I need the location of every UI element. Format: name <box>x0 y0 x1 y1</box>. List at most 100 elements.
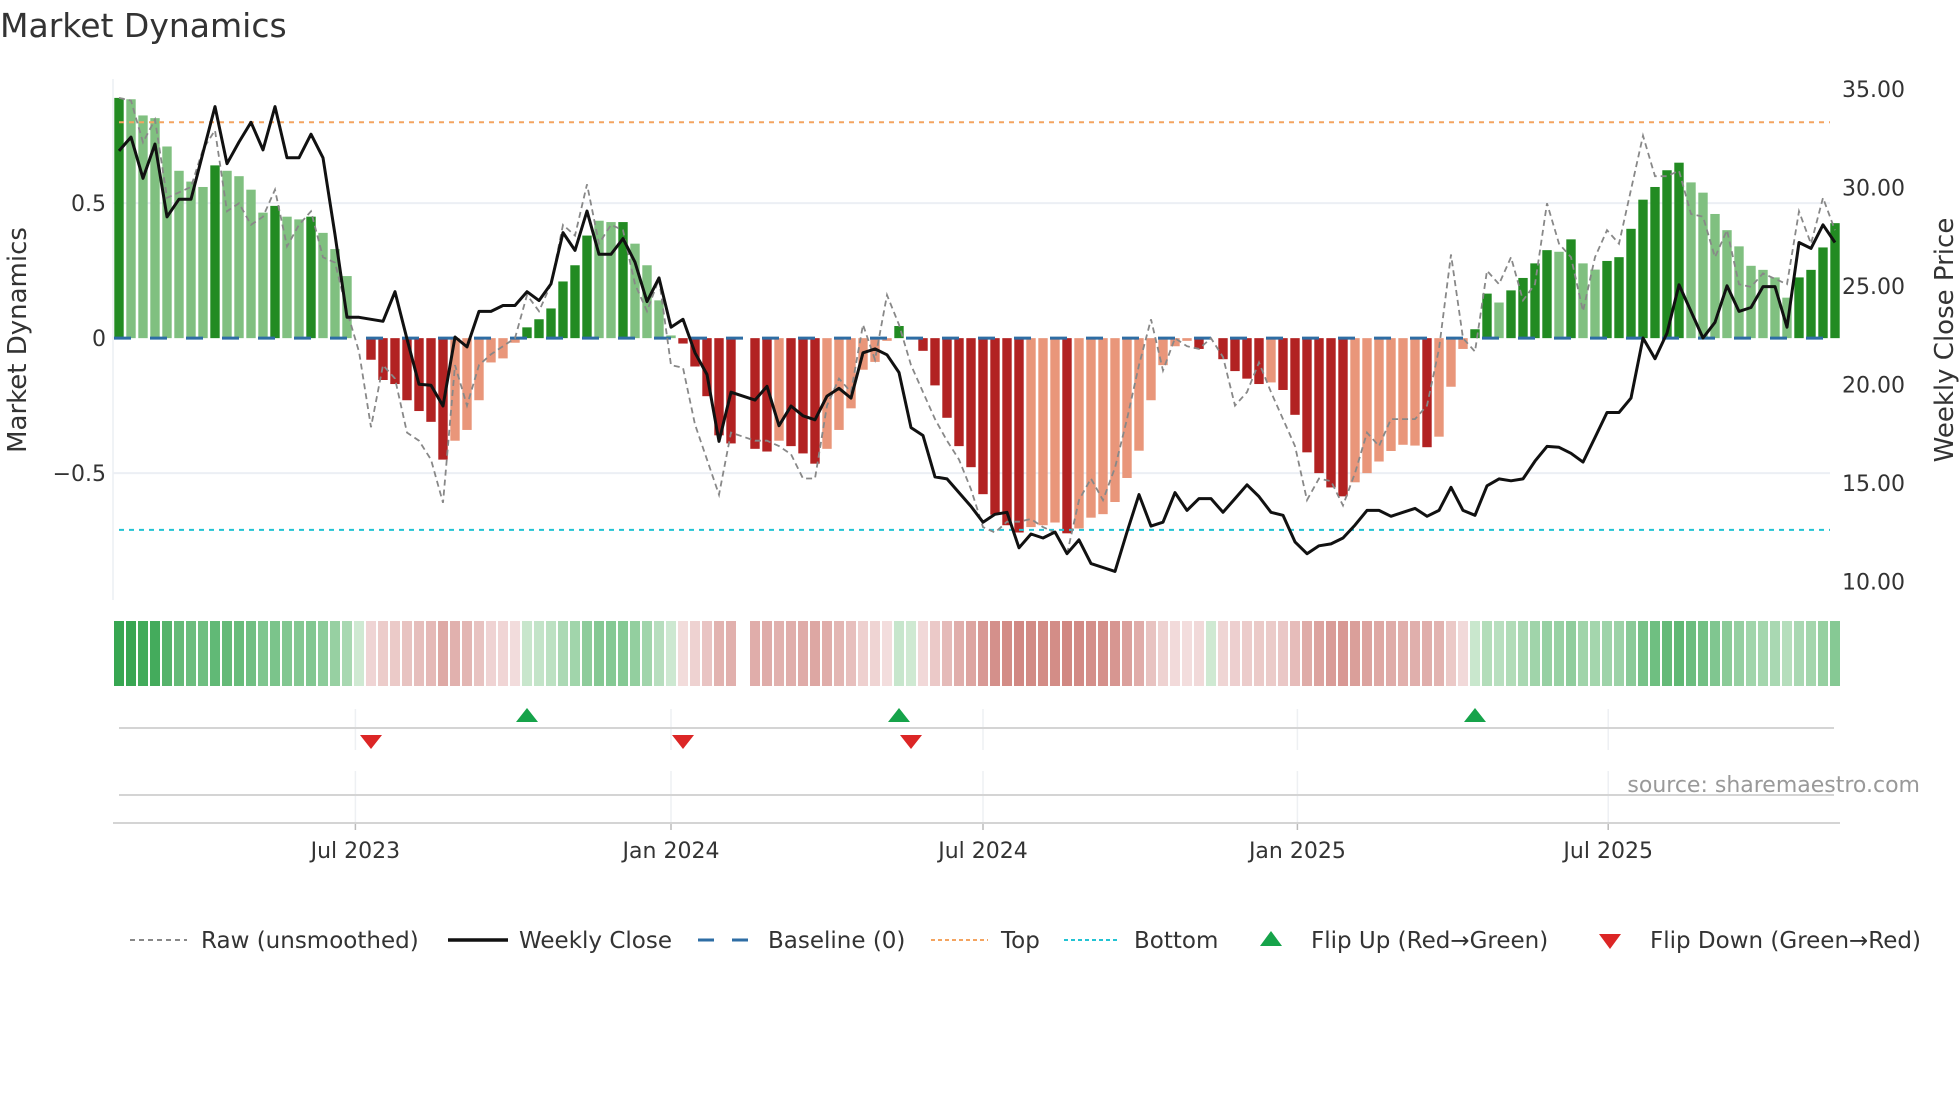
heatmap-cell <box>870 621 880 686</box>
momentum-bar <box>1446 338 1456 387</box>
momentum-bar <box>1026 338 1036 528</box>
heatmap-cell <box>834 621 844 686</box>
x-tick-label: Jan 2025 <box>1247 839 1346 864</box>
heatmap-cell <box>1698 621 1708 686</box>
heatmap-cell <box>186 621 196 686</box>
momentum-bar <box>678 338 688 344</box>
heatmap-cell <box>906 621 916 686</box>
heatmap-cell <box>1254 621 1264 686</box>
momentum-bar <box>1734 246 1744 339</box>
momentum-bar <box>186 181 196 339</box>
heatmap-cell <box>1218 621 1228 686</box>
momentum-bar <box>1482 293 1492 339</box>
momentum-bar <box>834 338 844 430</box>
heatmap-cell <box>1482 621 1492 686</box>
momentum-bar <box>1542 250 1552 339</box>
flip-down-marker <box>900 735 922 749</box>
momentum-bar <box>954 338 964 447</box>
heatmap-cell <box>954 621 964 686</box>
momentum-bar <box>258 212 268 339</box>
heatmap-cell <box>150 621 160 686</box>
heatmap-cell <box>882 621 892 686</box>
heatmap-cell <box>534 621 544 686</box>
momentum-bar <box>1278 338 1288 390</box>
heatmap-cell <box>1638 621 1648 686</box>
heatmap-cell <box>1542 621 1552 686</box>
heatmap-cell <box>1290 621 1300 686</box>
momentum-bar <box>390 338 400 385</box>
heatmap-cell <box>810 621 820 686</box>
heatmap-cell <box>630 621 640 686</box>
heatmap-cell <box>126 621 136 686</box>
heatmap-cell <box>942 621 952 686</box>
heatmap-cell <box>1782 621 1792 686</box>
heatmap-cell <box>582 621 592 686</box>
momentum-bar <box>1086 338 1096 518</box>
heatmap-cell <box>1014 621 1024 686</box>
momentum-bar <box>246 189 256 339</box>
momentum-bar <box>1398 338 1408 445</box>
heatmap-cell <box>1590 621 1600 686</box>
heatmap-cell <box>1362 621 1372 686</box>
momentum-bar <box>1410 338 1420 446</box>
momentum-bar <box>654 300 664 339</box>
heatmap-cell <box>522 621 532 686</box>
momentum-bar <box>930 338 940 386</box>
momentum-bar <box>1290 338 1300 415</box>
heatmap-cell <box>270 621 280 686</box>
heatmap-cell <box>918 621 928 686</box>
momentum-bar <box>306 216 316 339</box>
legend-flip-up-icon <box>1260 931 1282 946</box>
heatmap-cell <box>1818 621 1828 686</box>
momentum-bar <box>366 338 376 360</box>
momentum-bar <box>1662 170 1672 339</box>
momentum-bar <box>1314 338 1324 474</box>
heatmap-cell <box>594 621 604 686</box>
heatmap-cell <box>450 621 460 686</box>
momentum-bars <box>114 97 1840 534</box>
y2-tick-label: 10.00 <box>1842 570 1905 595</box>
heatmap-cell <box>1506 621 1516 686</box>
heatmap-cell <box>426 621 436 686</box>
momentum-bar <box>1530 263 1540 339</box>
heatmap-cell <box>894 621 904 686</box>
momentum-bar <box>546 308 556 339</box>
legend-baseline-label: Baseline (0) <box>768 928 905 954</box>
heatmap-cell <box>1470 621 1480 686</box>
heatmap-cell <box>1086 621 1096 686</box>
momentum-bar <box>570 265 580 339</box>
flip-down-marker <box>360 735 382 749</box>
x-tick-label: Jan 2024 <box>621 839 720 864</box>
heatmap-cell <box>210 621 220 686</box>
heatmap-cell <box>1674 621 1684 686</box>
heatmap-cell <box>498 621 508 686</box>
heatmap-cell <box>1230 621 1240 686</box>
heatmap-cell <box>1146 621 1156 686</box>
heatmap-cell <box>1686 621 1696 686</box>
momentum-bar <box>1338 338 1348 497</box>
heatmap-cell <box>318 621 328 686</box>
momentum-bar <box>1554 251 1564 339</box>
heatmap-cell <box>966 621 976 686</box>
heatmap-cell <box>114 621 124 686</box>
momentum-bar <box>426 338 436 422</box>
momentum-bar <box>966 338 976 468</box>
momentum-bar <box>486 338 496 363</box>
momentum-bar <box>1578 263 1588 339</box>
momentum-bar <box>606 222 616 339</box>
y2-tick-label: 20.00 <box>1842 373 1905 398</box>
series-lines <box>114 97 1837 573</box>
heatmap-cell <box>1098 621 1108 686</box>
heatmap-cell <box>654 621 664 686</box>
momentum-bar <box>1806 269 1816 339</box>
legend-bottom-label: Bottom <box>1134 928 1218 954</box>
heatmap-cell <box>390 621 400 686</box>
heatmap-cell <box>1806 621 1816 686</box>
heatmap-cell <box>822 621 832 686</box>
heatmap-cell <box>978 621 988 686</box>
momentum-bar <box>1110 338 1120 503</box>
momentum-bar <box>318 232 328 339</box>
momentum-bar <box>1614 257 1624 339</box>
heatmap-cell <box>1734 621 1744 686</box>
heatmap-cell <box>1770 621 1780 686</box>
